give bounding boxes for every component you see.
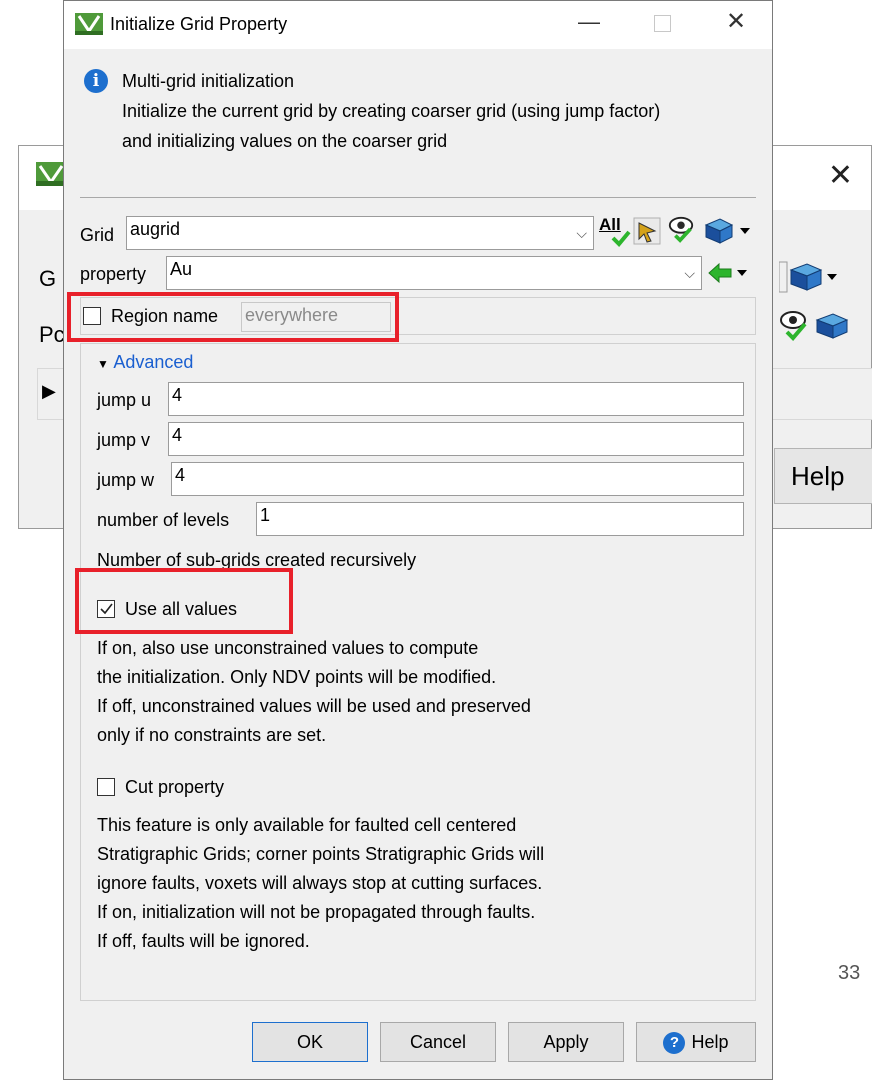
- jump-v-value: 4: [172, 425, 183, 445]
- dialog-titlebar: Initialize Grid Property — ✕: [64, 1, 772, 49]
- use-all-desc-1: If on, also use unconstrained values to …: [97, 638, 479, 658]
- page-number: 33: [838, 962, 861, 984]
- use-all-desc-2: the initialization. Only NDV points will…: [97, 667, 497, 687]
- property-value: Au: [170, 259, 193, 279]
- apply-button[interactable]: Apply: [508, 1022, 624, 1062]
- initialize-grid-property-dialog: Initialize Grid Property — ✕ i Multi-gri…: [63, 0, 773, 1080]
- cancel-label: Cancel: [409, 1032, 467, 1052]
- minimize-icon[interactable]: —: [578, 9, 600, 35]
- grid-label: Grid: [80, 225, 115, 245]
- chevron-down-icon: ⌵: [684, 265, 695, 281]
- maximize-icon: [654, 15, 671, 32]
- pick-cursor-icon[interactable]: [633, 217, 661, 245]
- info-line-2: and initializing values on the coarser g…: [122, 131, 448, 151]
- cut-desc-2: Stratigraphic Grids; corner points Strat…: [97, 844, 545, 864]
- apply-label: Apply: [543, 1032, 589, 1052]
- ok-label: OK: [296, 1032, 323, 1052]
- grid-value: augrid: [130, 219, 181, 239]
- advanced-label: Advanced: [113, 352, 194, 372]
- ok-button[interactable]: OK: [252, 1022, 368, 1062]
- transfer-arrow-left-icon[interactable]: [705, 259, 755, 287]
- advanced-toggle[interactable]: ▼ Advanced: [97, 352, 193, 373]
- jump-u-label: jump u: [97, 390, 152, 410]
- close-icon[interactable]: ✕: [726, 7, 746, 36]
- info-heading: Multi-grid initialization: [122, 71, 295, 91]
- triangle-down-icon: ▼: [97, 357, 109, 371]
- jump-u-value: 4: [172, 385, 183, 405]
- cut-desc-3: ignore faults, voxets will always stop a…: [97, 873, 543, 893]
- cut-property-label: Cut property: [125, 777, 225, 797]
- app-logo-icon: [75, 13, 103, 35]
- use-all-desc-4: only if no constraints are set.: [97, 725, 327, 745]
- help-button[interactable]: ? Help: [636, 1022, 756, 1062]
- levels-value: 1: [260, 505, 271, 525]
- dialog-title: Initialize Grid Property: [110, 14, 288, 34]
- separator: [80, 197, 756, 198]
- advanced-group: ▼ Advanced jump u 4 jump v 4 jump w 4 nu…: [80, 343, 756, 1001]
- use-all-desc-3: If off, unconstrained values will be use…: [97, 696, 531, 716]
- info-line-1: Initialize the current grid by creating …: [122, 101, 661, 121]
- background-view-icons[interactable]: [779, 306, 859, 342]
- info-icon: i: [84, 69, 108, 93]
- select-all-button[interactable]: All: [597, 213, 631, 249]
- jump-u-field[interactable]: 4: [168, 382, 744, 416]
- levels-label: number of levels: [97, 510, 230, 530]
- cut-desc-5: If off, faults will be ignored.: [97, 931, 310, 951]
- jump-w-field[interactable]: 4: [171, 462, 744, 496]
- property-label: property: [80, 264, 147, 284]
- cut-property-checkbox[interactable]: [97, 778, 115, 796]
- app-logo-icon: [36, 162, 66, 186]
- jump-v-field[interactable]: 4: [168, 422, 744, 456]
- chevron-down-icon: ⌵: [576, 225, 587, 241]
- use-all-values-highlight: [75, 568, 293, 634]
- cut-desc-4: If on, initialization will not be propag…: [97, 902, 536, 922]
- background-expand-arrow-icon[interactable]: ▶: [42, 381, 56, 402]
- check-icon: [611, 230, 631, 247]
- background-help-label: Help: [791, 461, 845, 491]
- cut-desc-1: This feature is only available for fault…: [97, 815, 517, 835]
- visibility-eye-icon[interactable]: [667, 215, 695, 243]
- help-icon: ?: [663, 1032, 686, 1055]
- background-help-button[interactable]: Help: [774, 448, 872, 504]
- region-name-highlight: [67, 292, 399, 342]
- cancel-button[interactable]: Cancel: [380, 1022, 496, 1062]
- jump-w-label: jump w: [97, 470, 155, 490]
- jump-w-value: 4: [175, 465, 186, 485]
- background-geometry-icon[interactable]: [779, 260, 839, 294]
- object-geometry-icon[interactable]: [702, 215, 756, 245]
- jump-v-label: jump v: [97, 430, 151, 450]
- background-label-g: G: [39, 266, 57, 291]
- levels-field[interactable]: 1: [256, 502, 744, 536]
- help-label: Help: [691, 1032, 729, 1052]
- grid-combobox[interactable]: augrid ⌵: [126, 216, 594, 250]
- background-close-icon[interactable]: ✕: [828, 158, 853, 193]
- property-combobox[interactable]: Au ⌵: [166, 256, 702, 290]
- background-label-p: Pc: [39, 322, 65, 347]
